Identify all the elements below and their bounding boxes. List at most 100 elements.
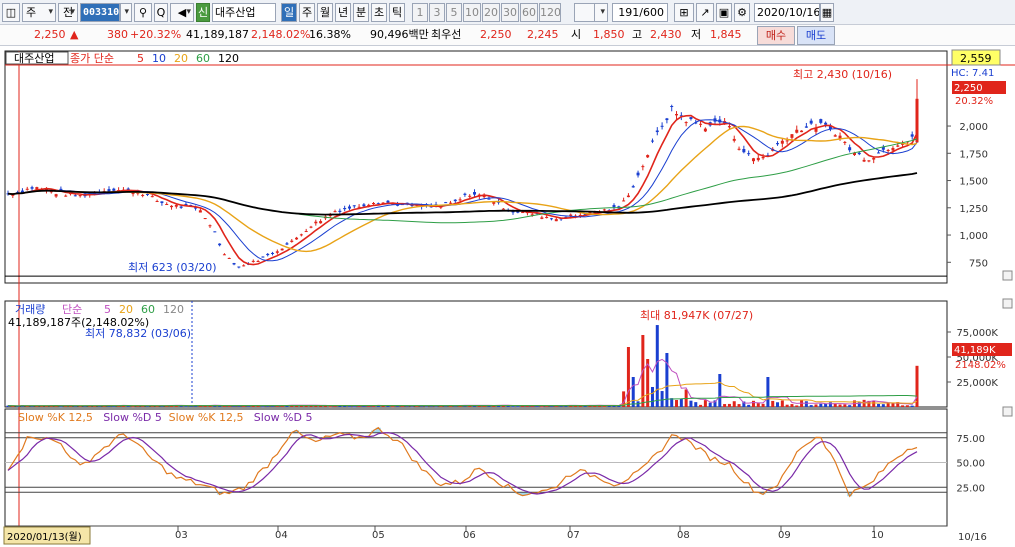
volume-bar (184, 406, 188, 408)
volume-legend-title: 단순 (62, 303, 82, 316)
period-tab-0[interactable]: 일 (281, 3, 297, 22)
count-field[interactable]: 191/600 (612, 3, 668, 22)
candle-body (804, 126, 808, 128)
period-tab-5[interactable]: 초 (371, 3, 387, 22)
trade-amount: 90,496백만 (370, 28, 429, 41)
volume-legend-ma20: 20 (119, 303, 133, 316)
magnifier-icon[interactable]: Q (154, 3, 168, 22)
draw-icon[interactable]: ↗ (696, 3, 714, 22)
interval-tab-10[interactable]: 10 (463, 3, 481, 22)
candle-body (727, 126, 731, 128)
volume-pct-tag: 2148.02% (955, 360, 1006, 371)
high-label: 고 (632, 28, 643, 41)
up-arrow-icon: ▲ (70, 28, 79, 41)
price-axis-label: 2,000 (959, 122, 988, 133)
change-percent: +20.32% (130, 28, 182, 41)
candle-body (155, 201, 159, 203)
candle-body (684, 122, 688, 124)
interval-tab-120[interactable]: 120 (539, 3, 561, 22)
interval-tab-20[interactable]: 20 (482, 3, 500, 22)
code-dropdown[interactable] (120, 3, 132, 22)
save-icon[interactable]: ▣ (716, 3, 732, 22)
chart-settings-icon[interactable]: ⊞ (674, 3, 694, 22)
candle-body (650, 140, 654, 142)
volume-bar (838, 404, 842, 407)
interval-tab-1[interactable]: 1 (412, 3, 428, 22)
candle-body (785, 140, 789, 142)
candle-body (819, 119, 823, 123)
volume-bar (189, 406, 193, 408)
candle-body (670, 105, 674, 107)
volume-axis-label: 75,000K (956, 328, 998, 339)
volume-bar (756, 403, 760, 407)
period-tab-1[interactable]: 주 (299, 3, 315, 22)
interval-tab-3[interactable]: 3 (429, 3, 445, 22)
candle-body (343, 208, 347, 210)
interval-tab-5[interactable]: 5 (446, 3, 462, 22)
candle-body (468, 195, 472, 197)
candle-body (631, 186, 635, 188)
volume-legend-ma120: 120 (163, 303, 184, 316)
price-axis-label: 1,750 (959, 149, 988, 160)
candle-body (251, 260, 255, 262)
candle-body (641, 166, 645, 168)
new-badge: 신 (196, 3, 210, 22)
open-label: 시 (571, 28, 582, 41)
candle-body (776, 143, 780, 145)
candle-body (501, 208, 505, 210)
gear-icon[interactable]: ⚙ (734, 3, 750, 22)
calendar-icon[interactable]: ▦ (820, 3, 834, 22)
candle-body (25, 188, 29, 190)
blank-dropdown[interactable] (594, 3, 608, 22)
period-tab-2[interactable]: 월 (317, 3, 333, 22)
price-axis-label: 1,000 (959, 231, 988, 242)
volume-bar (843, 404, 847, 407)
candle-body (732, 138, 736, 141)
search-icon[interactable]: ⚲ (134, 3, 152, 22)
candle-body (141, 194, 145, 196)
candle-body (665, 118, 669, 121)
candle-body (790, 134, 794, 138)
candle-body (699, 123, 703, 125)
period-tab-6[interactable]: 틱 (389, 3, 405, 22)
volume-bar (626, 347, 630, 407)
period-tab-3[interactable]: 년 (335, 3, 351, 22)
prev-button[interactable]: 전 (58, 3, 78, 22)
candle-body (208, 225, 212, 227)
date-field[interactable]: 2020/10/16 (754, 3, 820, 22)
month-label: 03 (175, 530, 188, 541)
candle-body (352, 205, 356, 207)
buy-button[interactable]: 매수 (757, 26, 795, 45)
volume-bar (795, 405, 799, 407)
volume-bar (391, 406, 395, 408)
candle-body (290, 240, 294, 242)
layout-icon[interactable]: ◫ (2, 3, 20, 22)
interval-tab-60[interactable]: 60 (520, 3, 538, 22)
candle-body (857, 152, 861, 155)
candle-body (333, 211, 337, 213)
stock-code-input[interactable]: 003310 (80, 3, 120, 22)
candle-body (751, 158, 755, 162)
stoch-axis-label: 25.00 (956, 483, 985, 494)
candle-body (203, 218, 207, 220)
stock-name-field[interactable]: 대주산업 (212, 3, 276, 22)
bid-price: 2,245 (527, 28, 559, 41)
speaker-icon[interactable]: ◀ (170, 3, 194, 22)
candle-body (545, 216, 549, 219)
interval-tab-30[interactable]: 30 (501, 3, 519, 22)
candle-body (809, 120, 813, 124)
candle-body (295, 237, 299, 240)
candle-body (848, 147, 852, 151)
period-tab-4[interactable]: 분 (353, 3, 369, 22)
candle-body (473, 192, 477, 195)
candle-body (227, 257, 231, 259)
volume-bar (785, 404, 789, 407)
volume-bar (905, 405, 909, 407)
price-legend-ma120: 120 (218, 52, 239, 65)
current-price: 2,250 (34, 28, 66, 41)
change-value: 380 (107, 28, 128, 41)
sell-button[interactable]: 매도 (797, 26, 835, 45)
ask-price: 2,250 (480, 28, 512, 41)
chart-canvas[interactable]: 2,0001,7501,5001,2501,00075075,000K50,00… (0, 46, 1015, 547)
market-select[interactable]: 주 (22, 3, 56, 22)
